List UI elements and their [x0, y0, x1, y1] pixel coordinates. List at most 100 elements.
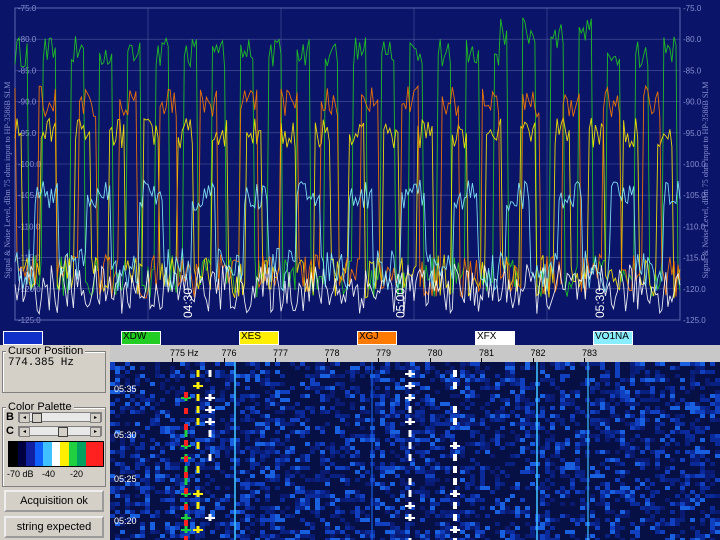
- noise-cell: [625, 410, 630, 414]
- noise-cell: [540, 370, 545, 374]
- noise-cell: [140, 406, 145, 410]
- noise-cell: [315, 494, 320, 498]
- noise-cell: [695, 494, 700, 498]
- noise-cell: [395, 514, 400, 518]
- noise-cell: [225, 522, 230, 526]
- noise-cell: [300, 434, 305, 438]
- contrast-track[interactable]: ◂ ▸: [18, 426, 102, 437]
- noise-cell: [135, 466, 140, 470]
- noise-cell: [510, 378, 515, 382]
- noise-cell: [115, 370, 120, 374]
- noise-cell: [265, 518, 270, 522]
- waterfall-plot[interactable]: 05:3505:3005:2505:20: [110, 362, 720, 540]
- noise-cell: [675, 522, 680, 526]
- noise-cell: [150, 382, 155, 386]
- noise-cell: [345, 490, 350, 494]
- noise-cell: [545, 462, 550, 466]
- noise-cell: [305, 386, 310, 390]
- noise-cell: [435, 530, 440, 534]
- noise-cell: [540, 514, 545, 518]
- brightness-right-arrow-icon[interactable]: ▸: [90, 413, 101, 423]
- noise-cell: [420, 470, 425, 474]
- noise-cell: [450, 450, 455, 454]
- noise-cell: [435, 462, 440, 466]
- noise-cell: [180, 374, 185, 378]
- noise-cell: [390, 402, 395, 406]
- noise-cell: [150, 422, 155, 426]
- noise-cell: [265, 466, 270, 470]
- noise-cell: [485, 486, 490, 490]
- noise-cell: [645, 438, 650, 442]
- noise-cell: [590, 378, 595, 382]
- noise-cell: [655, 530, 660, 534]
- noise-cell: [635, 418, 640, 422]
- contrast-right-arrow-icon[interactable]: ▸: [90, 427, 101, 437]
- noise-cell: [430, 418, 435, 422]
- noise-cell: [205, 474, 210, 478]
- noise-cell: [560, 390, 565, 394]
- noise-cell: [680, 502, 685, 506]
- waterfall-time-label: 05:30: [114, 430, 137, 440]
- noise-cell: [295, 502, 300, 506]
- noise-cell: [315, 390, 320, 394]
- acquisition-status-button[interactable]: Acquisition ok: [4, 490, 104, 512]
- noise-cell: [595, 382, 600, 386]
- noise-cell: [390, 506, 395, 510]
- noise-cell: [455, 378, 460, 382]
- noise-cell: [175, 442, 180, 446]
- noise-cell: [400, 506, 405, 510]
- noise-cell: [405, 522, 410, 526]
- noise-cell: [630, 530, 635, 534]
- noise-cell: [375, 518, 380, 522]
- noise-cell: [685, 478, 690, 482]
- noise-cell: [460, 390, 465, 394]
- noise-cell: [550, 498, 555, 502]
- noise-cell: [250, 514, 255, 518]
- noise-cell: [620, 510, 625, 514]
- noise-cell: [475, 526, 480, 530]
- noise-cell: [525, 422, 530, 426]
- noise-cell: [490, 490, 495, 494]
- waterfall-spectrogram[interactable]: 775 Hz 776 777 778 779 780 781 782 783 05:35 05:3…: [110, 345, 720, 540]
- legend-label: XFX: [477, 331, 497, 342]
- noise-cell: [200, 450, 205, 454]
- noise-cell: [250, 446, 255, 450]
- noise-cell: [140, 490, 145, 494]
- noise-cell: [700, 406, 705, 410]
- noise-cell: [215, 374, 220, 378]
- noise-cell: [580, 502, 585, 506]
- contrast-left-arrow-icon[interactable]: ◂: [19, 427, 30, 437]
- contrast-slider[interactable]: C ◂ ▸: [6, 425, 102, 437]
- noise-cell: [655, 474, 660, 478]
- noise-cell: [320, 506, 325, 510]
- brightness-left-arrow-icon[interactable]: ◂: [19, 413, 30, 423]
- noise-cell: [630, 450, 635, 454]
- noise-cell: [400, 378, 405, 382]
- noise-cell: [665, 498, 670, 502]
- noise-cell: [175, 506, 180, 510]
- noise-cell: [685, 434, 690, 438]
- brightness-track[interactable]: ◂ ▸: [18, 412, 102, 423]
- noise-cell: [605, 502, 610, 506]
- noise-cell: [480, 478, 485, 482]
- noise-cell: [110, 486, 115, 490]
- carrier-burst: [208, 454, 212, 461]
- noise-cell: [640, 506, 645, 510]
- brightness-slider[interactable]: B ◂ ▸: [6, 411, 102, 423]
- noise-cell: [695, 482, 700, 486]
- noise-cell: [420, 450, 425, 454]
- noise-cell: [500, 510, 505, 514]
- noise-cell: [300, 502, 305, 506]
- noise-cell: [510, 430, 515, 434]
- noise-cell: [615, 470, 620, 474]
- brightness-thumb[interactable]: [31, 413, 42, 423]
- contrast-thumb[interactable]: [58, 427, 68, 437]
- noise-cell: [110, 450, 115, 454]
- noise-cell: [640, 458, 645, 462]
- noise-cell: [395, 454, 400, 458]
- noise-cell: [195, 486, 200, 490]
- string-expected-button[interactable]: string expected: [4, 516, 104, 538]
- noise-cell: [305, 478, 310, 482]
- noise-cell: [710, 522, 715, 526]
- noise-cell: [210, 494, 215, 498]
